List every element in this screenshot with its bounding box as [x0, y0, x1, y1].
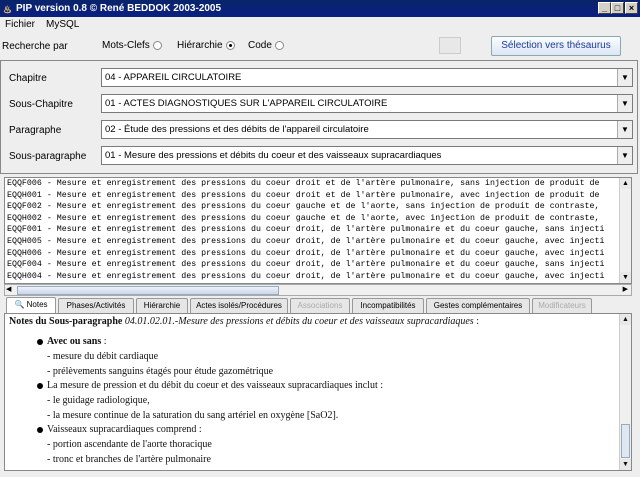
menu-mysql[interactable]: MySQL	[46, 19, 79, 30]
sous-chapitre-label: Sous-Chapitre	[9, 99, 73, 110]
hierarchy-panel: Chapitre 04 - APPAREIL CIRCULATOIRE ▼ Sou…	[0, 60, 638, 174]
note-item: - prélèvements sanguins étagés pour étud…	[47, 366, 274, 377]
close-button[interactable]: ×	[625, 2, 638, 14]
radio-code[interactable]: Code	[248, 40, 284, 51]
scroll-up-icon[interactable]: ▲	[620, 178, 631, 189]
select-value: 02 - Étude des pressions et des débits d…	[105, 124, 369, 135]
scroll-down-icon[interactable]: ▼	[620, 459, 631, 470]
note-bullet-2: La mesure de pression et du débit du coe…	[37, 380, 383, 391]
list-horizontal-scrollbar[interactable]: ◀ ▶	[4, 284, 632, 296]
bullet-icon	[37, 426, 43, 433]
radio-label: Hiérarchie	[177, 40, 223, 51]
scroll-left-icon[interactable]: ◀	[6, 285, 11, 293]
chevron-down-icon[interactable]: ▼	[617, 95, 632, 112]
acts-list[interactable]: EQQF006 - Mesure et enregistrement des p…	[4, 177, 632, 284]
scroll-right-icon[interactable]: ▶	[623, 285, 628, 293]
tab-bar: 🔍 Notes Phases/Activités Hiérarchie Acte…	[4, 297, 632, 313]
select-value: 01 - Mesure des pressions et débits du c…	[105, 150, 442, 161]
paragraphe-select[interactable]: 02 - Étude des pressions et des débits d…	[101, 120, 633, 139]
chevron-down-icon[interactable]: ▼	[617, 121, 632, 138]
list-item[interactable]: EQQH006 - Mesure et enregistrement des p…	[5, 248, 617, 260]
radio-mots-clefs[interactable]: Mots-Clefs	[102, 40, 162, 51]
list-item[interactable]: EQQF004 - Mesure et enregistrement des p…	[5, 259, 617, 271]
list-item[interactable]: EQQF001 - Mesure et enregistrement des p…	[5, 224, 617, 236]
radio-button[interactable]	[274, 40, 284, 50]
list-item[interactable]: EQQH002 - Mesure et enregistrement des p…	[5, 213, 617, 225]
selection-thesaurus-button[interactable]: Sélection vers thésaurus	[491, 36, 621, 56]
bullet-icon	[37, 338, 43, 345]
blank-box	[439, 37, 461, 54]
note-item: - le guidage radiologique,	[47, 395, 150, 406]
menu-bar: Fichier MySQL	[0, 17, 640, 33]
note-text: Vaisseaux supracardiaques comprend :	[47, 424, 202, 435]
paragraphe-label: Paragraphe	[9, 125, 62, 136]
note-item: - portion ascendante de l'aorte thoraciq…	[47, 439, 212, 450]
tab-gestes-complementaires[interactable]: Gestes complémentaires	[426, 298, 530, 313]
notes-heading-ref: 04.01.02.01.-Mesure des pressions et déb…	[124, 316, 474, 327]
note-item: - mesure du débit cardiaque	[47, 351, 159, 362]
select-value: 04 - APPAREIL CIRCULATOIRE	[105, 72, 242, 83]
tab-modificateurs: Modificateurs	[532, 298, 592, 313]
list-item[interactable]: EQQF002 - Mesure et enregistrement des p…	[5, 201, 617, 213]
chapitre-select[interactable]: 04 - APPAREIL CIRCULATOIRE ▼	[101, 68, 633, 87]
list-item[interactable]: EQQH001 - Mesure et enregistrement des p…	[5, 190, 617, 202]
tab-incompatibilites[interactable]: Incompatibilités	[352, 298, 424, 313]
search-label: Recherche par	[2, 41, 68, 52]
list-item[interactable]: EQQH005 - Mesure et enregistrement des p…	[5, 236, 617, 248]
note-text-end: :	[101, 336, 107, 347]
chapitre-label: Chapitre	[9, 73, 47, 84]
scroll-up-icon[interactable]: ▲	[620, 314, 631, 325]
tab-hierarchie[interactable]: Hiérarchie	[136, 298, 188, 313]
note-text: La mesure de pression et du débit du coe…	[47, 380, 384, 391]
scroll-down-icon[interactable]: ▼	[620, 272, 631, 283]
list-item[interactable]: EQQF006 - Mesure et enregistrement des p…	[5, 178, 617, 190]
note-bullet-1: Avec ou sans :	[37, 336, 107, 347]
select-value: 01 - ACTES DIAGNOSTIQUES SUR L'APPAREIL …	[105, 98, 388, 109]
scroll-thumb[interactable]	[621, 424, 630, 458]
radio-label: Mots-Clefs	[102, 40, 150, 51]
title-bar: ♨ PIP version 0.8 © René BEDDOK 2003-200…	[0, 0, 640, 17]
tab-notes[interactable]: 🔍 Notes	[6, 297, 56, 313]
menu-fichier[interactable]: Fichier	[5, 19, 35, 30]
window-title: PIP version 0.8 © René BEDDOK 2003-2005	[16, 3, 222, 14]
magnifier-icon: 🔍	[14, 300, 25, 309]
notes-heading-end: :	[473, 316, 479, 327]
scroll-thumb[interactable]	[17, 286, 279, 295]
sous-paragraphe-label: Sous-paragraphe	[9, 151, 87, 162]
list-vertical-scrollbar[interactable]: ▲ ▼	[619, 178, 631, 283]
notes-panel: Notes du Sous-paragraphe 04.01.02.01.-Me…	[4, 313, 632, 471]
note-bullet-3: Vaisseaux supracardiaques comprend :	[37, 424, 202, 435]
minimize-button[interactable]: _	[598, 2, 611, 14]
note-text: Avec ou sans	[47, 336, 102, 347]
note-item: - la mesure continue de la saturation du…	[47, 410, 339, 421]
tab-label: Notes	[26, 300, 48, 309]
notes-heading: Notes du Sous-paragraphe 04.01.02.01.-Me…	[9, 316, 479, 327]
notes-vertical-scrollbar[interactable]: ▲ ▼	[619, 314, 631, 470]
tab-associations: Associations	[290, 298, 350, 313]
notes-heading-label: Notes du Sous-paragraphe	[9, 316, 123, 327]
sous-chapitre-select[interactable]: 01 - ACTES DIAGNOSTIQUES SUR L'APPAREIL …	[101, 94, 633, 113]
radio-button[interactable]	[152, 40, 162, 50]
tab-phases-activites[interactable]: Phases/Activités	[58, 298, 134, 313]
radio-button[interactable]	[225, 40, 235, 50]
note-item: - tronc et branches de l'artère pulmonai…	[47, 454, 211, 465]
chevron-down-icon[interactable]: ▼	[617, 69, 632, 86]
bullet-icon	[37, 382, 43, 389]
list-item[interactable]: EQQH004 - Mesure et enregistrement des p…	[5, 271, 617, 283]
radio-hierarchie[interactable]: Hiérarchie	[177, 40, 235, 51]
radio-label: Code	[248, 40, 272, 51]
sous-paragraphe-select[interactable]: 01 - Mesure des pressions et débits du c…	[101, 146, 633, 165]
maximize-button[interactable]: □	[611, 2, 624, 14]
chevron-down-icon[interactable]: ▼	[617, 147, 632, 164]
tab-actes-isoles[interactable]: Actes isolés/Procédures	[190, 298, 288, 313]
